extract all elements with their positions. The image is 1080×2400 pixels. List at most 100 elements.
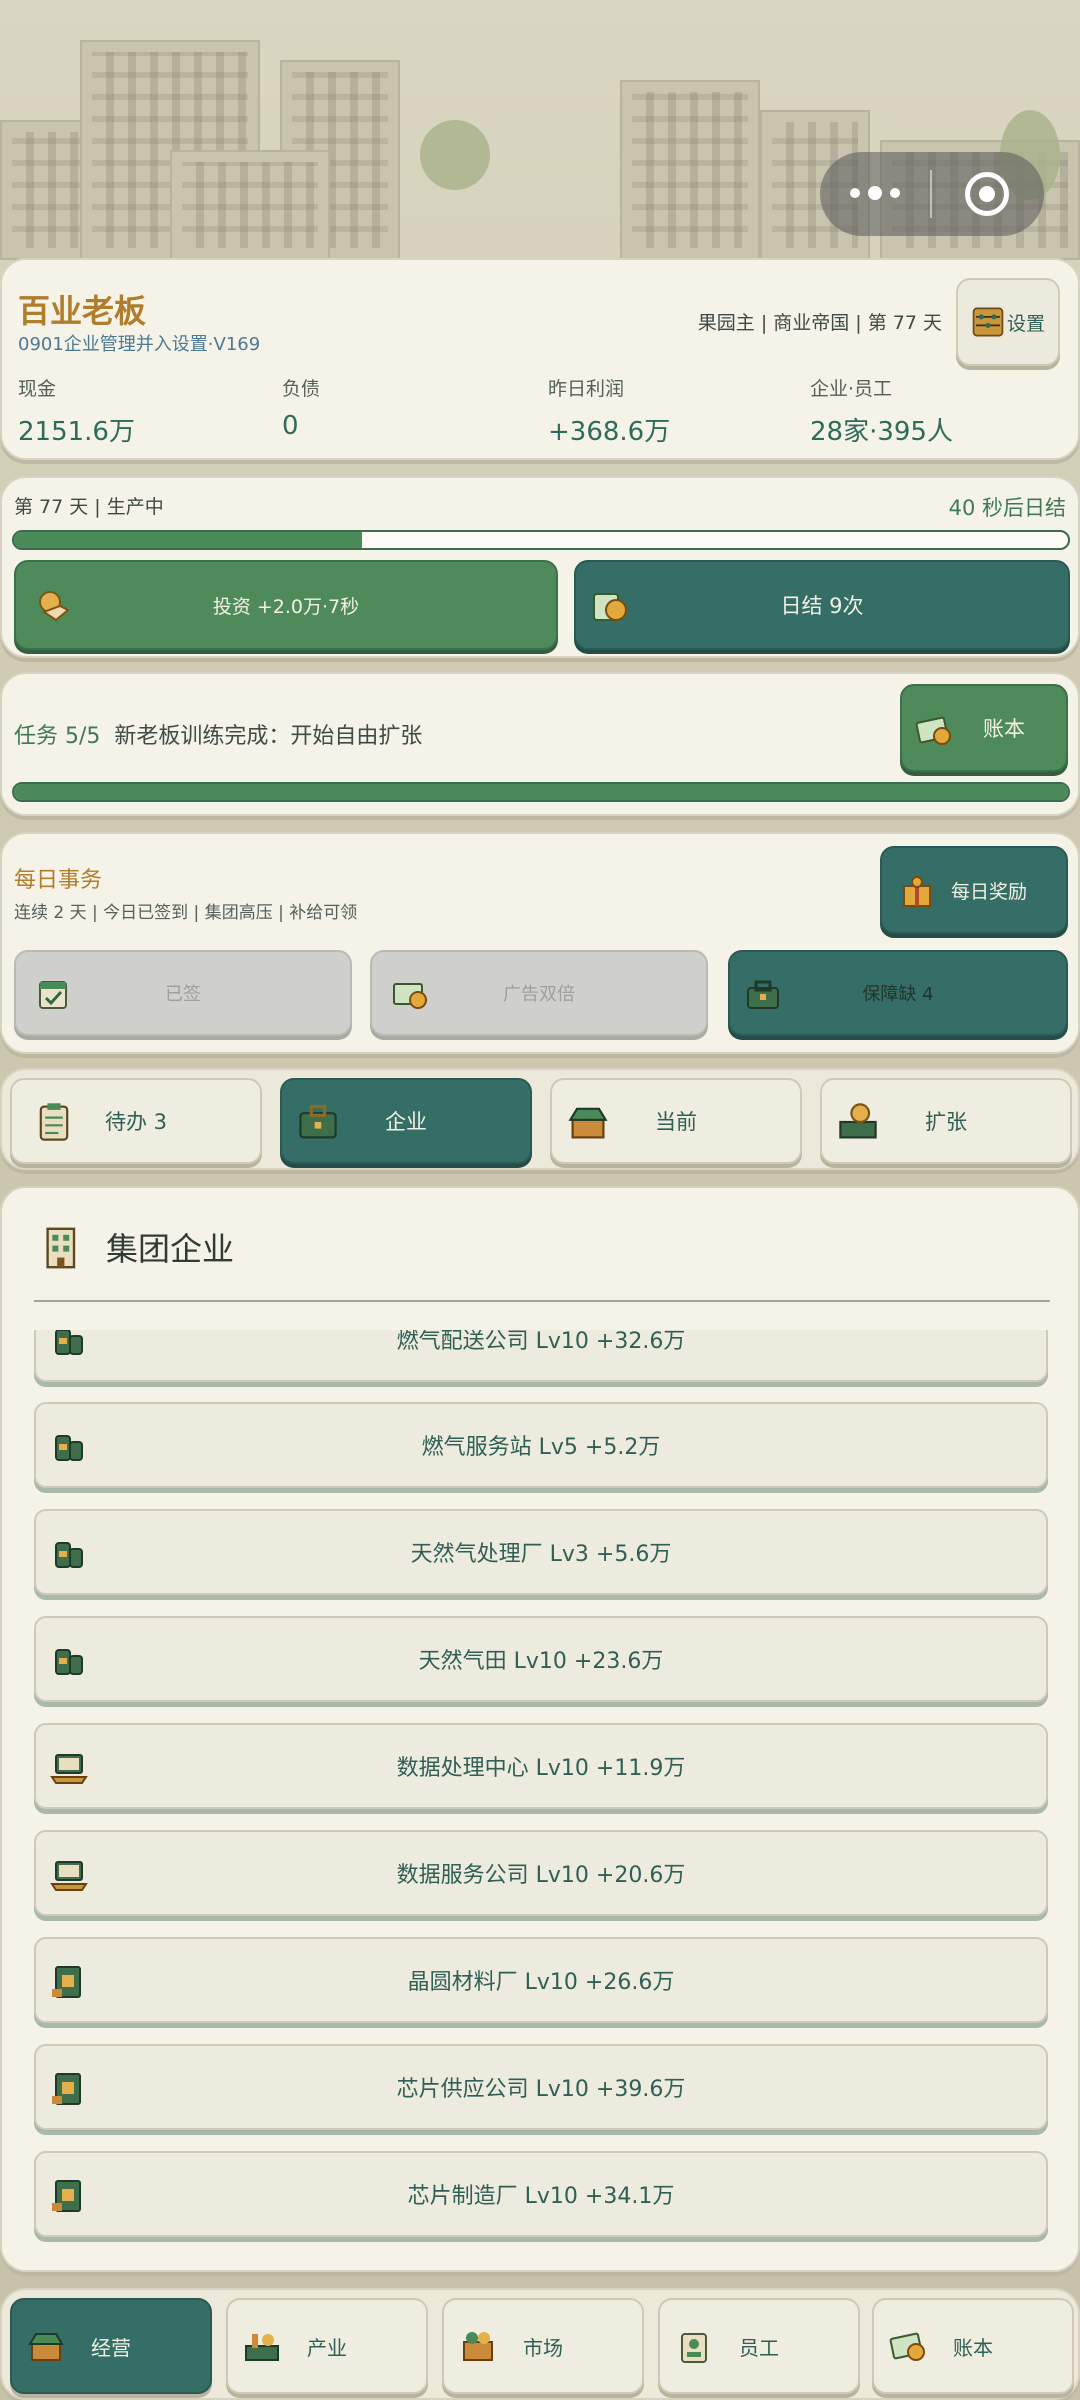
list-item-label: 天然气处理厂 Lv3 +5.6万 (410, 1542, 672, 1567)
header-panel: 百业老板 0901企业管理并入设置·V169 果园主 | 商业帝国 | 第 77… (0, 258, 1080, 460)
gas-icon (55, 1542, 83, 1568)
ad-double-button[interactable]: 广告双倍 (370, 950, 708, 1036)
clipboard-icon (39, 1103, 69, 1141)
tab-todo[interactable]: 待办 3 (10, 1078, 262, 1164)
list-item-label: 燃气服务站 Lv5 +5.2万 (421, 1435, 661, 1460)
settle-countdown: 40 秒后日结 (948, 496, 1066, 520)
guarantee-button[interactable]: 保障缺 4 (728, 950, 1068, 1036)
day-progress-panel: 第 77 天 | 生产中 40 秒后日结 投资 +2.0万·7秒 日结 9次 (0, 476, 1080, 658)
laptop-icon (50, 1861, 88, 1891)
list-item-label: 数据处理中心 Lv10 +11.9万 (396, 1756, 686, 1781)
nav-market-label: 市场 (523, 2335, 563, 2360)
nav-market[interactable]: 市场 (442, 2298, 644, 2394)
calendar-check-icon (39, 981, 67, 1009)
daily-settle-button[interactable]: 日结 9次 (574, 560, 1070, 650)
tab-current[interactable]: 当前 (550, 1078, 802, 1164)
office-building-icon (46, 1227, 76, 1269)
day-progress-bar (12, 530, 1070, 550)
list-item-label: 天然气田 Lv10 +23.6万 (418, 1649, 664, 1674)
stat-companies-staff: 企业·员工 28家·395人 (810, 378, 953, 447)
game-title: 百业老板 (18, 292, 147, 330)
player-meta: 果园主 | 商业帝国 | 第 77 天 (697, 312, 942, 334)
daily-settle-label: 日结 9次 (780, 594, 864, 618)
daily-title: 每日事务 (14, 868, 103, 893)
enterprise-list-scroll[interactable]: 燃气配送公司 Lv10 +32.6万 燃气服务站 Lv5 +5.2万 天然气处理… (2, 1330, 1078, 2270)
list-item-label: 晶圆材料厂 Lv10 +26.6万 (407, 1970, 675, 1995)
list-item[interactable]: 芯片制造厂 Lv10 +34.1万 (34, 2151, 1048, 2237)
chip-icon (52, 2073, 81, 2105)
ledger-button[interactable]: 账本 (900, 684, 1068, 772)
industry-icon (245, 2334, 279, 2361)
task-text-row: 任务 5/5 新老板训练完成：开始自由扩张 (14, 718, 422, 750)
staff-icon (681, 2333, 707, 2363)
tab-enterprise-label: 企业 (385, 1110, 427, 1134)
signed-in-label: 已签 (165, 984, 201, 1005)
section-tabs: 待办 3 企业 当前 扩张 (0, 1068, 1080, 1170)
list-item[interactable]: 天然气田 Lv10 +23.6万 (34, 1616, 1048, 1702)
task-counter: 任务 5/5 (14, 724, 101, 749)
list-item-label: 芯片制造厂 Lv10 +34.1万 (407, 2184, 675, 2209)
tab-current-label: 当前 (655, 1110, 697, 1134)
briefcase-icon (299, 1104, 337, 1139)
chip-icon (52, 1966, 81, 1998)
title-divider (34, 1300, 1050, 1302)
stat-debt: 负债 0 (282, 378, 321, 441)
list-item[interactable]: 燃气服务站 Lv5 +5.2万 (34, 1402, 1048, 1488)
version-subtitle: 0901企业管理并入设置·V169 (18, 334, 261, 355)
abacus-icon (972, 307, 1004, 337)
list-item[interactable]: 天然气处理厂 Lv3 +5.6万 (34, 1509, 1048, 1595)
ad-coupon-icon (393, 983, 427, 1009)
tab-todo-label: 待办 3 (104, 1110, 168, 1134)
task-progress-fill (14, 784, 1068, 800)
list-item[interactable]: 燃气配送公司 Lv10 +32.6万 (34, 1330, 1048, 1382)
daily-reward-label: 每日奖励 (950, 880, 1027, 903)
invest-button[interactable]: 投资 +2.0万·7秒 (14, 560, 558, 650)
gas-icon (55, 1435, 83, 1461)
market-icon (463, 2332, 493, 2361)
list-item[interactable]: 芯片供应公司 Lv10 +39.6万 (34, 2044, 1048, 2130)
settings-label: 设置 (1006, 312, 1045, 335)
signed-in-button[interactable]: 已签 (14, 950, 352, 1036)
daily-affairs-panel: 每日事务 连续 2 天 | 今日已签到 | 集团高压 | 补给可领 每日奖励 已… (0, 832, 1080, 1054)
settings-button[interactable]: 设置 (956, 278, 1060, 366)
nav-staff[interactable]: 员工 (658, 2298, 860, 2394)
invest-label: 投资 +2.0万·7秒 (212, 595, 360, 618)
enterprise-list-title: 集团企业 (106, 1230, 235, 1268)
day-progress-fill (14, 532, 362, 548)
handshake-icon (39, 591, 70, 622)
cash-stack-icon (915, 716, 951, 745)
nav-industry[interactable]: 产业 (226, 2298, 428, 2394)
more-options-icon[interactable] (820, 186, 930, 200)
ad-double-label: 广告双倍 (503, 984, 575, 1005)
factory-icon (839, 1103, 877, 1139)
gift-icon (903, 876, 931, 907)
gas-icon (55, 1649, 83, 1675)
list-item-label: 燃气配送公司 Lv10 +32.6万 (396, 1330, 686, 1354)
tab-enterprise[interactable]: 企业 (280, 1078, 532, 1164)
nav-industry-label: 产业 (307, 2335, 347, 2360)
stat-cash: 现金 2151.6万 (18, 378, 135, 447)
mini-program-capsule (820, 152, 1044, 236)
task-progress-bar (12, 782, 1070, 802)
daily-subtitle: 连续 2 天 | 今日已签到 | 集团高压 | 补给可领 (14, 903, 358, 923)
cash-stack-icon (889, 2332, 925, 2361)
guarantee-label: 保障缺 4 (862, 984, 934, 1005)
nav-ledger[interactable]: 账本 (872, 2298, 1074, 2394)
tab-expand[interactable]: 扩张 (820, 1078, 1072, 1164)
list-item-label: 数据服务公司 Lv10 +20.6万 (396, 1863, 686, 1888)
nav-operations[interactable]: 经营 (10, 2298, 212, 2394)
task-description: 新老板训练完成：开始自由扩张 (114, 724, 423, 749)
daily-reward-button[interactable]: 每日奖励 (880, 846, 1068, 934)
task-panel: 任务 5/5 新老板训练完成：开始自由扩张 账本 (0, 672, 1080, 816)
list-item[interactable]: 数据处理中心 Lv10 +11.9万 (34, 1723, 1048, 1809)
gas-icon (55, 1330, 83, 1355)
nav-ledger-label: 账本 (953, 2335, 993, 2360)
list-item[interactable]: 数据服务公司 Lv10 +20.6万 (34, 1830, 1048, 1916)
list-item[interactable]: 晶圆材料厂 Lv10 +26.6万 (34, 1937, 1048, 2023)
close-target-icon[interactable] (932, 172, 1042, 216)
ledger-label: 账本 (983, 717, 1025, 741)
enterprise-list-panel: 集团企业 燃气配送公司 Lv10 +32.6万 燃气服务站 Lv5 +5.2万 … (0, 1186, 1080, 2272)
toolbox-icon (747, 980, 779, 1009)
list-item-label: 芯片供应公司 Lv10 +39.6万 (396, 2077, 686, 2102)
store-icon (28, 2333, 64, 2361)
